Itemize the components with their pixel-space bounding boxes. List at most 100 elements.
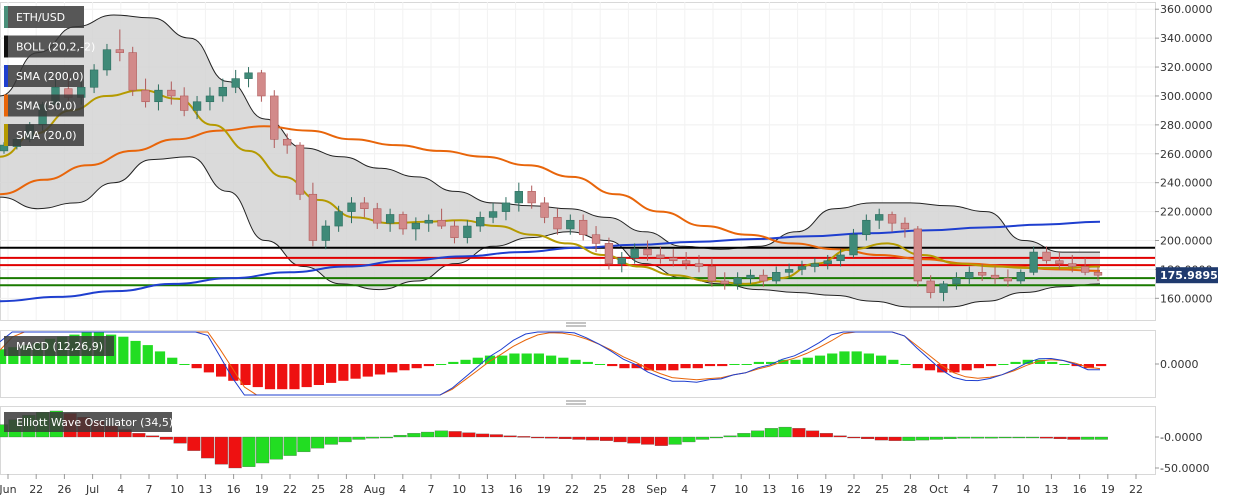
candle-body xyxy=(1080,266,1090,273)
candle-body xyxy=(784,269,794,273)
last-price-label: 175.98956 xyxy=(1160,269,1226,282)
ewo-histogram-bar xyxy=(751,430,765,438)
macd-histogram-bar xyxy=(998,364,1009,365)
ewo-histogram-bar xyxy=(462,432,476,438)
candle-body xyxy=(952,277,961,285)
macd-histogram-bar xyxy=(374,364,386,375)
macd-histogram-bar xyxy=(167,357,178,364)
candle-body xyxy=(836,254,845,262)
y-tick-label: 240.0000 xyxy=(1160,177,1213,190)
ewo-histogram-bar xyxy=(819,433,833,438)
ewo-histogram-bar xyxy=(723,435,737,438)
ewo-histogram-bar xyxy=(1081,436,1095,440)
candle-body xyxy=(514,191,523,204)
ewo-histogram-bar xyxy=(599,436,613,441)
y-tick-label: 360.0000 xyxy=(1160,3,1213,16)
ewo-histogram-bar xyxy=(379,436,393,439)
x-tick-label: 19 xyxy=(819,483,833,496)
candle-body xyxy=(617,257,626,264)
candle-body xyxy=(913,228,922,282)
candle-body xyxy=(192,101,202,111)
macd-histogram-bar xyxy=(912,364,923,369)
candle-body xyxy=(1029,251,1038,273)
macd-legend: MACD (12,26,9) xyxy=(4,336,114,356)
macd-histogram-bar xyxy=(827,353,838,364)
x-tick-label: 19 xyxy=(1101,483,1115,496)
macd-histogram-bar xyxy=(924,364,936,371)
macd-histogram-bar xyxy=(839,351,850,364)
macd-histogram-bar xyxy=(546,355,557,364)
x-tick-label: 13 xyxy=(480,483,494,496)
candle-body xyxy=(681,260,691,264)
ewo-histogram-bar xyxy=(558,436,572,440)
macd-histogram-bar xyxy=(717,364,728,367)
x-tick-label: 10 xyxy=(734,483,748,496)
macd-histogram-bar xyxy=(1010,361,1021,364)
x-tick-label: 22 xyxy=(565,483,579,496)
ewo-histogram-bar xyxy=(503,435,517,438)
ewo-histogram-bar xyxy=(214,436,228,465)
macd-histogram-bar xyxy=(252,364,263,388)
macd-histogram-bar xyxy=(704,364,716,367)
y-tick-label: 340.0000 xyxy=(1160,32,1213,45)
candle-body xyxy=(746,274,755,279)
ewo-histogram-bar xyxy=(641,436,655,445)
candle-body xyxy=(540,202,549,218)
x-tick-label: 16 xyxy=(791,483,805,496)
candle-body xyxy=(926,280,935,293)
candle-body xyxy=(205,95,215,103)
macd-histogram-bar xyxy=(399,364,410,371)
ewo-histogram-bar xyxy=(228,436,242,469)
x-tick-label: 4 xyxy=(117,483,124,496)
candle-body xyxy=(244,72,253,79)
macd-histogram-bar xyxy=(619,364,630,369)
ewo-y-tick-label: -50.0000 xyxy=(1160,462,1209,475)
candle-body xyxy=(321,225,330,241)
ewo-histogram-bar xyxy=(916,436,930,441)
macd-histogram-bar xyxy=(460,359,471,364)
candle-body xyxy=(810,263,820,267)
candle-body xyxy=(282,139,292,146)
macd-y-tick-label: 0.0000 xyxy=(1160,358,1199,371)
macd-histogram-bar xyxy=(692,364,703,369)
candle-body xyxy=(862,219,871,236)
legend-label: ETH/USD xyxy=(16,11,65,24)
candle-body xyxy=(694,263,704,267)
ewo-histogram-bar xyxy=(448,431,462,438)
candle-body xyxy=(797,266,807,270)
ewo-histogram-bar xyxy=(1094,436,1108,440)
legend-item: SMA (50,0) xyxy=(4,94,84,117)
macd-histogram-bar xyxy=(289,364,300,390)
macd-histogram-bar xyxy=(814,355,826,364)
macd-histogram-bar xyxy=(986,364,997,367)
ewo-histogram-bar xyxy=(517,436,531,438)
macd-histogram-bar xyxy=(118,336,129,364)
ewo-histogram-bar xyxy=(613,436,627,443)
candle-body xyxy=(270,95,279,140)
ewo-histogram-bar xyxy=(269,436,283,460)
macd-histogram-bar xyxy=(142,345,153,364)
x-tick-label: 16 xyxy=(509,483,523,496)
x-tick-label: 10 xyxy=(452,483,466,496)
candle-body xyxy=(1055,260,1064,264)
candle-body xyxy=(360,202,369,210)
candle-body xyxy=(218,86,227,97)
ewo-histogram-bar xyxy=(682,436,696,443)
x-tick-label: 4 xyxy=(399,483,406,496)
x-tick-label: 16 xyxy=(1073,483,1087,496)
x-tick-label: Oct xyxy=(929,483,949,496)
candle-body xyxy=(733,277,742,285)
macd-histogram-bar xyxy=(680,364,691,369)
ewo-histogram-bar xyxy=(434,430,448,438)
ewo-histogram-bar xyxy=(311,436,325,449)
candle-body xyxy=(373,208,382,224)
ewo-histogram-bar xyxy=(971,436,985,439)
legend-swatch xyxy=(4,35,8,58)
y-tick-label: 300.0000 xyxy=(1160,90,1213,103)
ewo-histogram-bar xyxy=(187,436,201,451)
x-tick-label: 25 xyxy=(593,483,607,496)
ewo-histogram-bar xyxy=(737,433,751,438)
y-tick-label: 220.0000 xyxy=(1160,206,1213,219)
macd-histogram-bar xyxy=(411,364,422,369)
candle-body xyxy=(437,219,446,227)
